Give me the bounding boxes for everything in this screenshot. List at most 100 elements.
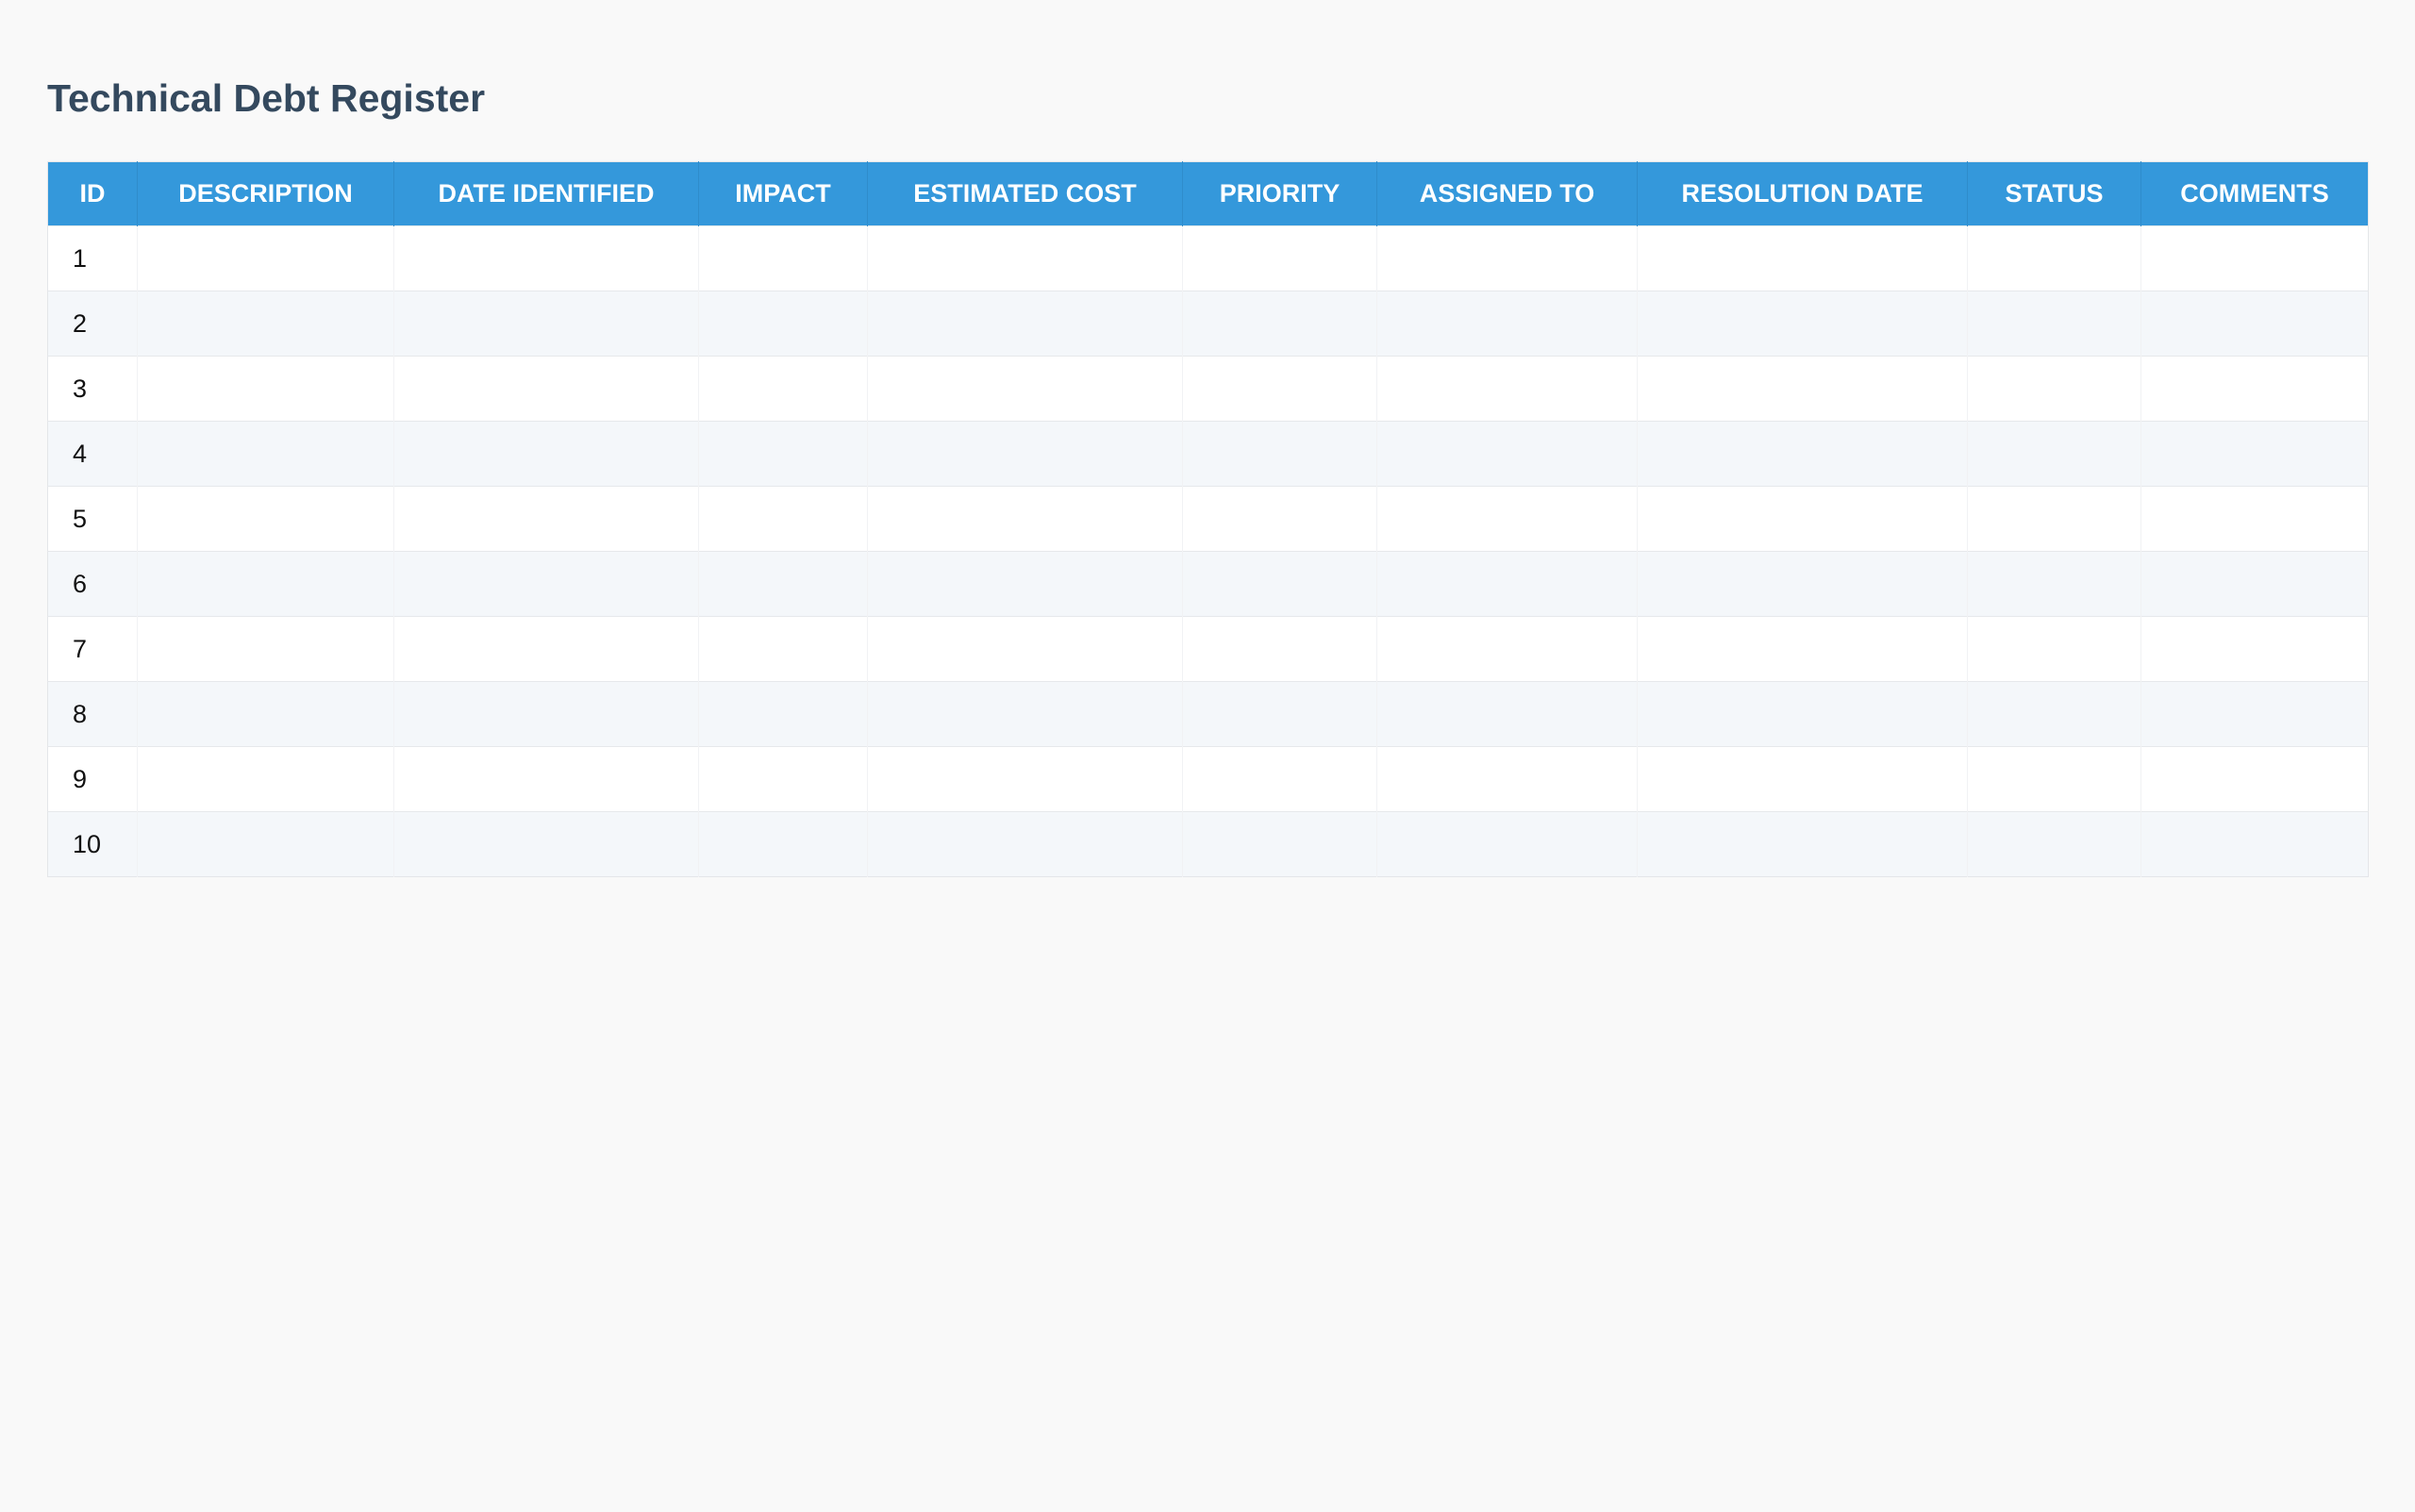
cell-assigned-to[interactable] bbox=[1376, 356, 1638, 422]
cell-impact[interactable] bbox=[698, 421, 868, 487]
cell-comments[interactable] bbox=[2140, 291, 2369, 357]
cell-id[interactable]: 3 bbox=[47, 356, 138, 422]
cell-date-identified[interactable] bbox=[393, 811, 699, 877]
cell-status[interactable] bbox=[1967, 421, 2141, 487]
cell-date-identified[interactable] bbox=[393, 616, 699, 682]
cell-impact[interactable] bbox=[698, 291, 868, 357]
cell-resolution-date[interactable] bbox=[1637, 746, 1968, 812]
cell-estimated-cost[interactable] bbox=[867, 421, 1183, 487]
cell-status[interactable] bbox=[1967, 616, 2141, 682]
table-row[interactable]: 9 bbox=[47, 746, 2369, 812]
cell-resolution-date[interactable] bbox=[1637, 356, 1968, 422]
column-header-priority[interactable]: PRIORITY bbox=[1182, 161, 1377, 226]
cell-comments[interactable] bbox=[2140, 551, 2369, 617]
cell-id[interactable]: 9 bbox=[47, 746, 138, 812]
cell-assigned-to[interactable] bbox=[1376, 681, 1638, 747]
cell-date-identified[interactable] bbox=[393, 551, 699, 617]
column-header-description[interactable]: DESCRIPTION bbox=[137, 161, 394, 226]
table-row[interactable]: 6 bbox=[47, 551, 2369, 617]
cell-estimated-cost[interactable] bbox=[867, 681, 1183, 747]
cell-id[interactable]: 4 bbox=[47, 421, 138, 487]
cell-resolution-date[interactable] bbox=[1637, 486, 1968, 552]
cell-estimated-cost[interactable] bbox=[867, 616, 1183, 682]
table-row[interactable]: 4 bbox=[47, 421, 2369, 487]
cell-priority[interactable] bbox=[1182, 681, 1377, 747]
cell-assigned-to[interactable] bbox=[1376, 616, 1638, 682]
cell-priority[interactable] bbox=[1182, 616, 1377, 682]
cell-assigned-to[interactable] bbox=[1376, 291, 1638, 357]
cell-impact[interactable] bbox=[698, 551, 868, 617]
cell-id[interactable]: 8 bbox=[47, 681, 138, 747]
cell-id[interactable]: 1 bbox=[47, 225, 138, 291]
cell-date-identified[interactable] bbox=[393, 681, 699, 747]
cell-assigned-to[interactable] bbox=[1376, 551, 1638, 617]
cell-resolution-date[interactable] bbox=[1637, 681, 1968, 747]
column-header-date-identified[interactable]: DATE IDENTIFIED bbox=[393, 161, 699, 226]
cell-priority[interactable] bbox=[1182, 746, 1377, 812]
cell-estimated-cost[interactable] bbox=[867, 746, 1183, 812]
cell-status[interactable] bbox=[1967, 681, 2141, 747]
cell-comments[interactable] bbox=[2140, 681, 2369, 747]
cell-estimated-cost[interactable] bbox=[867, 291, 1183, 357]
cell-id[interactable]: 6 bbox=[47, 551, 138, 617]
cell-resolution-date[interactable] bbox=[1637, 616, 1968, 682]
column-header-id[interactable]: ID bbox=[47, 161, 138, 226]
table-row[interactable]: 7 bbox=[47, 616, 2369, 682]
cell-id[interactable]: 10 bbox=[47, 811, 138, 877]
column-header-estimated-cost[interactable]: ESTIMATED COST bbox=[867, 161, 1183, 226]
cell-comments[interactable] bbox=[2140, 486, 2369, 552]
cell-priority[interactable] bbox=[1182, 225, 1377, 291]
cell-status[interactable] bbox=[1967, 291, 2141, 357]
cell-status[interactable] bbox=[1967, 746, 2141, 812]
table-row[interactable]: 8 bbox=[47, 681, 2369, 747]
cell-impact[interactable] bbox=[698, 746, 868, 812]
column-header-resolution-date[interactable]: RESOLUTION DATE bbox=[1637, 161, 1968, 226]
cell-comments[interactable] bbox=[2140, 616, 2369, 682]
cell-id[interactable]: 7 bbox=[47, 616, 138, 682]
cell-comments[interactable] bbox=[2140, 746, 2369, 812]
cell-priority[interactable] bbox=[1182, 551, 1377, 617]
cell-impact[interactable] bbox=[698, 681, 868, 747]
column-header-impact[interactable]: IMPACT bbox=[698, 161, 868, 226]
cell-assigned-to[interactable] bbox=[1376, 746, 1638, 812]
cell-date-identified[interactable] bbox=[393, 421, 699, 487]
cell-date-identified[interactable] bbox=[393, 746, 699, 812]
cell-impact[interactable] bbox=[698, 486, 868, 552]
cell-description[interactable] bbox=[137, 551, 394, 617]
cell-date-identified[interactable] bbox=[393, 356, 699, 422]
cell-priority[interactable] bbox=[1182, 486, 1377, 552]
cell-resolution-date[interactable] bbox=[1637, 811, 1968, 877]
cell-description[interactable] bbox=[137, 291, 394, 357]
cell-comments[interactable] bbox=[2140, 421, 2369, 487]
column-header-status[interactable]: STATUS bbox=[1967, 161, 2141, 226]
cell-status[interactable] bbox=[1967, 225, 2141, 291]
cell-description[interactable] bbox=[137, 746, 394, 812]
cell-description[interactable] bbox=[137, 486, 394, 552]
cell-description[interactable] bbox=[137, 225, 394, 291]
cell-id[interactable]: 5 bbox=[47, 486, 138, 552]
cell-impact[interactable] bbox=[698, 616, 868, 682]
cell-impact[interactable] bbox=[698, 356, 868, 422]
cell-description[interactable] bbox=[137, 356, 394, 422]
cell-resolution-date[interactable] bbox=[1637, 225, 1968, 291]
cell-status[interactable] bbox=[1967, 356, 2141, 422]
cell-assigned-to[interactable] bbox=[1376, 811, 1638, 877]
table-row[interactable]: 3 bbox=[47, 356, 2369, 422]
cell-impact[interactable] bbox=[698, 811, 868, 877]
cell-estimated-cost[interactable] bbox=[867, 225, 1183, 291]
cell-id[interactable]: 2 bbox=[47, 291, 138, 357]
cell-description[interactable] bbox=[137, 616, 394, 682]
cell-impact[interactable] bbox=[698, 225, 868, 291]
table-row[interactable]: 1 bbox=[47, 225, 2369, 291]
cell-comments[interactable] bbox=[2140, 225, 2369, 291]
cell-estimated-cost[interactable] bbox=[867, 356, 1183, 422]
table-row[interactable]: 10 bbox=[47, 811, 2369, 877]
cell-comments[interactable] bbox=[2140, 811, 2369, 877]
cell-estimated-cost[interactable] bbox=[867, 811, 1183, 877]
cell-priority[interactable] bbox=[1182, 356, 1377, 422]
cell-status[interactable] bbox=[1967, 486, 2141, 552]
column-header-comments[interactable]: COMMENTS bbox=[2140, 161, 2369, 226]
cell-estimated-cost[interactable] bbox=[867, 551, 1183, 617]
cell-description[interactable] bbox=[137, 681, 394, 747]
cell-comments[interactable] bbox=[2140, 356, 2369, 422]
